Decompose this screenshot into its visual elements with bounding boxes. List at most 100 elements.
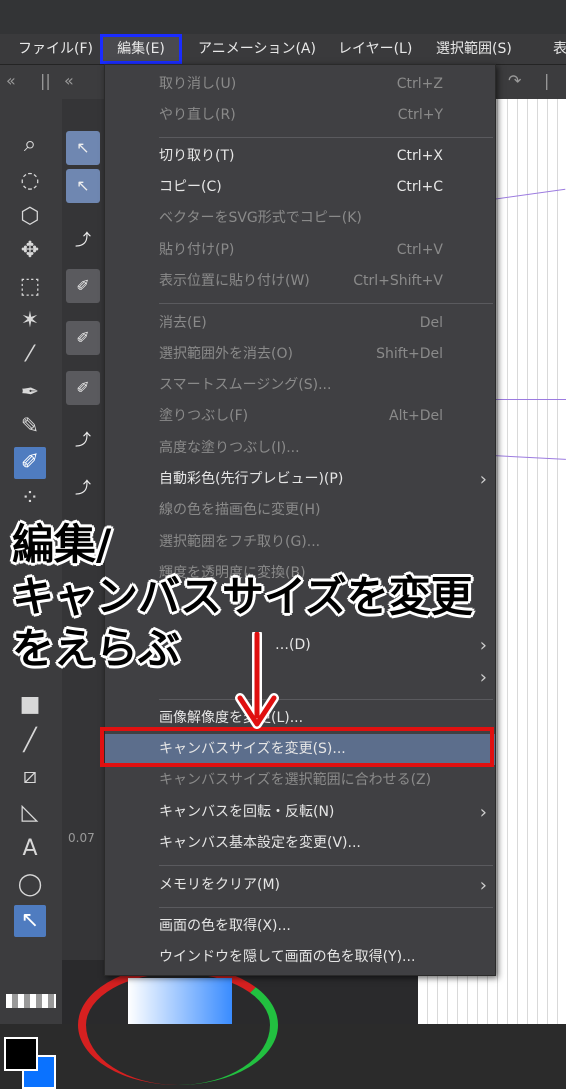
label: ウインドウを隠して画面の色を取得(Y)... xyxy=(159,949,416,965)
menu-layer[interactable]: レイヤー(L) xyxy=(338,34,412,64)
separator-icon: | xyxy=(544,71,550,90)
menu-item-hide-window-pick-color[interactable]: ウインドウを隠して画面の色を取得(Y)... xyxy=(105,942,495,973)
menu-item-change-line-color[interactable]: 線の色を描画色に変更(H) xyxy=(105,495,495,526)
object-icon[interactable]: ⬡ xyxy=(14,201,46,233)
label: スマートスムージング(S)... xyxy=(159,377,332,393)
collapse-icon-2[interactable]: « xyxy=(64,71,74,90)
chevron-right-icon: › xyxy=(479,667,487,688)
label: メモリをクリア(M) xyxy=(159,877,281,893)
label: ベクターをSVG形式でコピー(K) xyxy=(159,210,362,226)
subtool-brush-icon-2[interactable]: ✐ xyxy=(66,321,100,355)
shortcut: Ctrl+Z xyxy=(396,76,443,92)
magic-wand-icon[interactable]: ✶ xyxy=(14,305,46,337)
label: 自動彩色(先行プレビュー)(P) xyxy=(159,471,344,487)
menu-item-copy-svg[interactable]: ベクターをSVG形式でコピー(K) xyxy=(105,203,495,234)
line-icon[interactable]: ╱ xyxy=(14,725,46,757)
shortcut: Ctrl+X xyxy=(396,148,443,164)
move-icon[interactable]: ✥ xyxy=(14,235,46,267)
menu-file[interactable]: ファイル(F) xyxy=(18,34,93,64)
shortcut: Ctrl+V xyxy=(396,242,443,258)
redo-icon[interactable]: ↷ xyxy=(508,71,521,90)
brush-icon[interactable]: ✐ xyxy=(14,447,46,479)
subtool-node-icon[interactable]: ⤴ xyxy=(66,223,100,257)
menu-item-paste-in-place[interactable]: 表示位置に貼り付け(W) Ctrl+Shift+V xyxy=(105,266,495,297)
gradient-icon[interactable]: ■ xyxy=(14,689,46,721)
menu-animation[interactable]: アニメーション(A) xyxy=(198,34,316,64)
separator xyxy=(159,907,493,908)
menu-item-undo[interactable]: 取り消し(U) Ctrl+Z xyxy=(105,69,495,100)
highlight-box xyxy=(100,727,494,767)
ruler-icon[interactable]: ◺ xyxy=(14,797,46,829)
annotation-arrow-icon xyxy=(235,632,279,729)
pen-icon[interactable]: ✒ xyxy=(14,377,46,409)
menu-view[interactable]: 表 xyxy=(553,34,566,64)
label: 高度な塗りつぶし(I)... xyxy=(159,440,300,456)
label: 選択範囲をフチ取り(G)... xyxy=(159,534,321,550)
menu-item-border-selection[interactable]: 選択範囲をフチ取り(G)... xyxy=(105,527,495,558)
chevron-right-icon: › xyxy=(479,635,487,656)
grip-icon: || xyxy=(40,71,51,90)
subtool-erase-icon-2[interactable]: ⤴ xyxy=(66,471,100,505)
menu-item-copy[interactable]: コピー(C) Ctrl+C xyxy=(105,172,495,203)
chevron-right-icon: › xyxy=(479,802,487,823)
chevron-right-icon: › xyxy=(479,875,487,896)
subtool-erase-icon[interactable]: ⤴ xyxy=(66,423,100,457)
text-icon[interactable]: A xyxy=(14,833,46,865)
select-icon[interactable]: ⬚ xyxy=(14,271,46,303)
airbrush-icon[interactable]: ⁘ xyxy=(14,483,46,515)
menu-bar: ファイル(F) 編集(E) アニメーション(A) レイヤー(L) 選択範囲(S)… xyxy=(0,34,566,65)
subtool-select-icon[interactable]: ↖ xyxy=(66,131,100,165)
title-bar xyxy=(0,0,566,34)
menu-selection[interactable]: 選択範囲(S) xyxy=(436,34,512,64)
menu-item-clear-outside[interactable]: 選択範囲外を消去(O) Shift+Del xyxy=(105,339,495,370)
separator xyxy=(159,865,493,866)
label: 塗りつぶし(F) xyxy=(159,408,249,424)
chevron-right-icon: › xyxy=(479,469,487,490)
menu-item-fill[interactable]: 塗りつぶし(F) Alt+Del xyxy=(105,401,495,432)
label: キャンバスサイズを選択範囲に合わせる(Z) xyxy=(159,772,432,788)
label: 表示位置に貼り付け(W) xyxy=(159,273,310,289)
menu-item-advanced-fill[interactable]: 高度な塗りつぶし(I)... xyxy=(105,433,495,464)
label: キャンバスを回転・反転(N) xyxy=(159,804,335,820)
eyedropper-icon[interactable]: ⁄ xyxy=(14,339,46,371)
subtool-brush-icon-3[interactable]: ✐ xyxy=(66,371,100,405)
frame-icon[interactable]: ⧄ xyxy=(14,761,46,793)
menu-item-clear-memory[interactable]: メモリをクリア(M) › xyxy=(105,870,495,901)
annotation-line-3: をえらぶ xyxy=(12,624,181,673)
menu-item-pick-screen-color[interactable]: 画面の色を取得(X)... xyxy=(105,911,495,942)
menu-item-paste[interactable]: 貼り付け(P) Ctrl+V xyxy=(105,235,495,266)
transparent-color-swatch[interactable] xyxy=(6,994,56,1008)
menu-item-redo[interactable]: やり直し(R) Ctrl+Y xyxy=(105,100,495,131)
main-color-swatch[interactable] xyxy=(4,1037,38,1071)
separator xyxy=(159,303,493,304)
separator xyxy=(159,137,493,138)
subtool-brush-icon[interactable]: ✐ xyxy=(66,269,100,303)
subtool-select-icon-2[interactable]: ↖ xyxy=(66,169,100,203)
label: 選択範囲外を消去(O) xyxy=(159,346,293,362)
label: 線の色を描画色に変更(H) xyxy=(159,502,321,518)
collapse-icon[interactable]: « xyxy=(6,71,16,90)
menu-edit[interactable]: 編集(E) xyxy=(100,34,182,64)
label: コピー(C) xyxy=(159,179,222,195)
pencil-icon[interactable]: ✎ xyxy=(14,411,46,443)
menu-item-auto-color[interactable]: 自動彩色(先行プレビュー)(P) › xyxy=(105,464,495,495)
menu-item-cut[interactable]: 切り取り(T) Ctrl+X xyxy=(105,141,495,172)
menu-item-fit-canvas-to-selection[interactable]: キャンバスサイズを選択範囲に合わせる(Z) xyxy=(105,765,495,796)
label: 消去(E) xyxy=(159,315,207,331)
color-picker-square[interactable] xyxy=(128,978,232,1024)
label: 貼り付け(P) xyxy=(159,242,235,258)
label: 画面の色を取得(X)... xyxy=(159,918,291,934)
shortcut: Del xyxy=(419,315,443,331)
shortcut: Ctrl+Y xyxy=(397,107,443,123)
menu-item-clear[interactable]: 消去(E) Del xyxy=(105,308,495,339)
shortcut: Ctrl+C xyxy=(396,179,443,195)
annotation-line-2: キャンバスサイズを変更 xyxy=(12,572,473,621)
menu-item-rotate-flip-canvas[interactable]: キャンバスを回転・反転(N) › xyxy=(105,797,495,828)
menu-item-canvas-basic-settings[interactable]: キャンバス基本設定を変更(V)... xyxy=(105,828,495,859)
rotate-icon[interactable]: ◌ xyxy=(14,165,46,197)
menu-item-smart-smoothing[interactable]: スマートスムージング(S)... xyxy=(105,370,495,401)
zoom-icon[interactable]: ⌕ xyxy=(14,129,46,161)
shortcut: Shift+Del xyxy=(376,346,443,362)
balloon-icon[interactable]: ◯ xyxy=(14,869,46,901)
correct-line-icon[interactable]: ↖ xyxy=(14,905,46,937)
